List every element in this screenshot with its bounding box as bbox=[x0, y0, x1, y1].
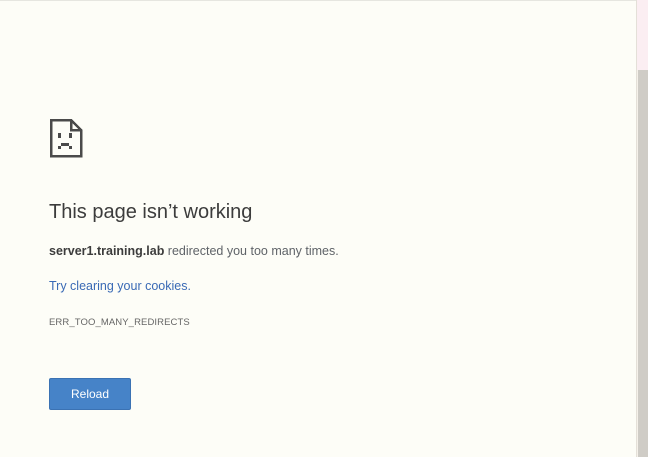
error-host: server1.training.lab bbox=[49, 244, 165, 258]
scrollbar-track-top bbox=[637, 0, 648, 70]
error-summary: server1.training.lab redirected you too … bbox=[49, 244, 339, 258]
reload-button[interactable]: Reload bbox=[49, 378, 131, 410]
error-summary-text: redirected you too many times. bbox=[164, 244, 339, 258]
sad-page-icon bbox=[49, 118, 83, 158]
error-title: This page isn’t working bbox=[49, 201, 253, 223]
page-viewport: This page isn’t working server1.training… bbox=[0, 0, 636, 457]
scrollbar-thumb[interactable] bbox=[638, 70, 648, 457]
clear-cookies-link[interactable]: Try clearing your cookies. bbox=[49, 279, 191, 293]
error-code: ERR_TOO_MANY_REDIRECTS bbox=[49, 317, 190, 328]
vertical-scrollbar[interactable] bbox=[636, 0, 648, 457]
